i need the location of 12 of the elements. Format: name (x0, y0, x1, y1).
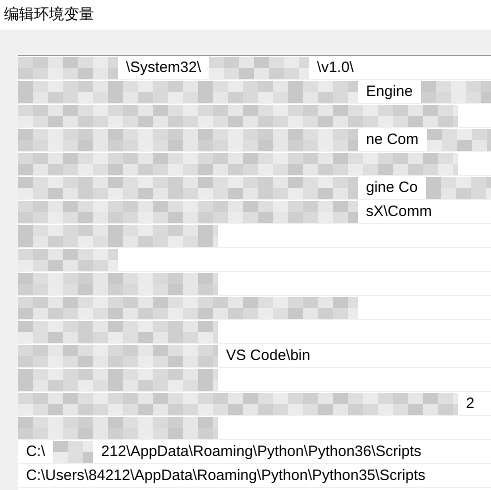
path-entry: sX\Comm (365, 202, 433, 222)
window-title: 编辑环境变量 (4, 4, 94, 25)
path-entry: gine Co (365, 178, 419, 198)
path-entry: C:\Users\84212\AppData\Roaming\Python\Python35\Scripts (25, 466, 426, 486)
path-entry: \System32\ (125, 58, 202, 78)
path-entry: ne Com (365, 130, 420, 150)
path-entry: 212\AppData\Roaming\Python\Python36\Scripts (100, 442, 422, 462)
path-entry: \v1.0\ (316, 58, 355, 78)
path-entry: C:\ (25, 442, 46, 462)
path-entry: Engine (365, 82, 414, 102)
path-entry: 2 (465, 394, 476, 414)
path-entry: VS Code\bin (225, 346, 312, 366)
